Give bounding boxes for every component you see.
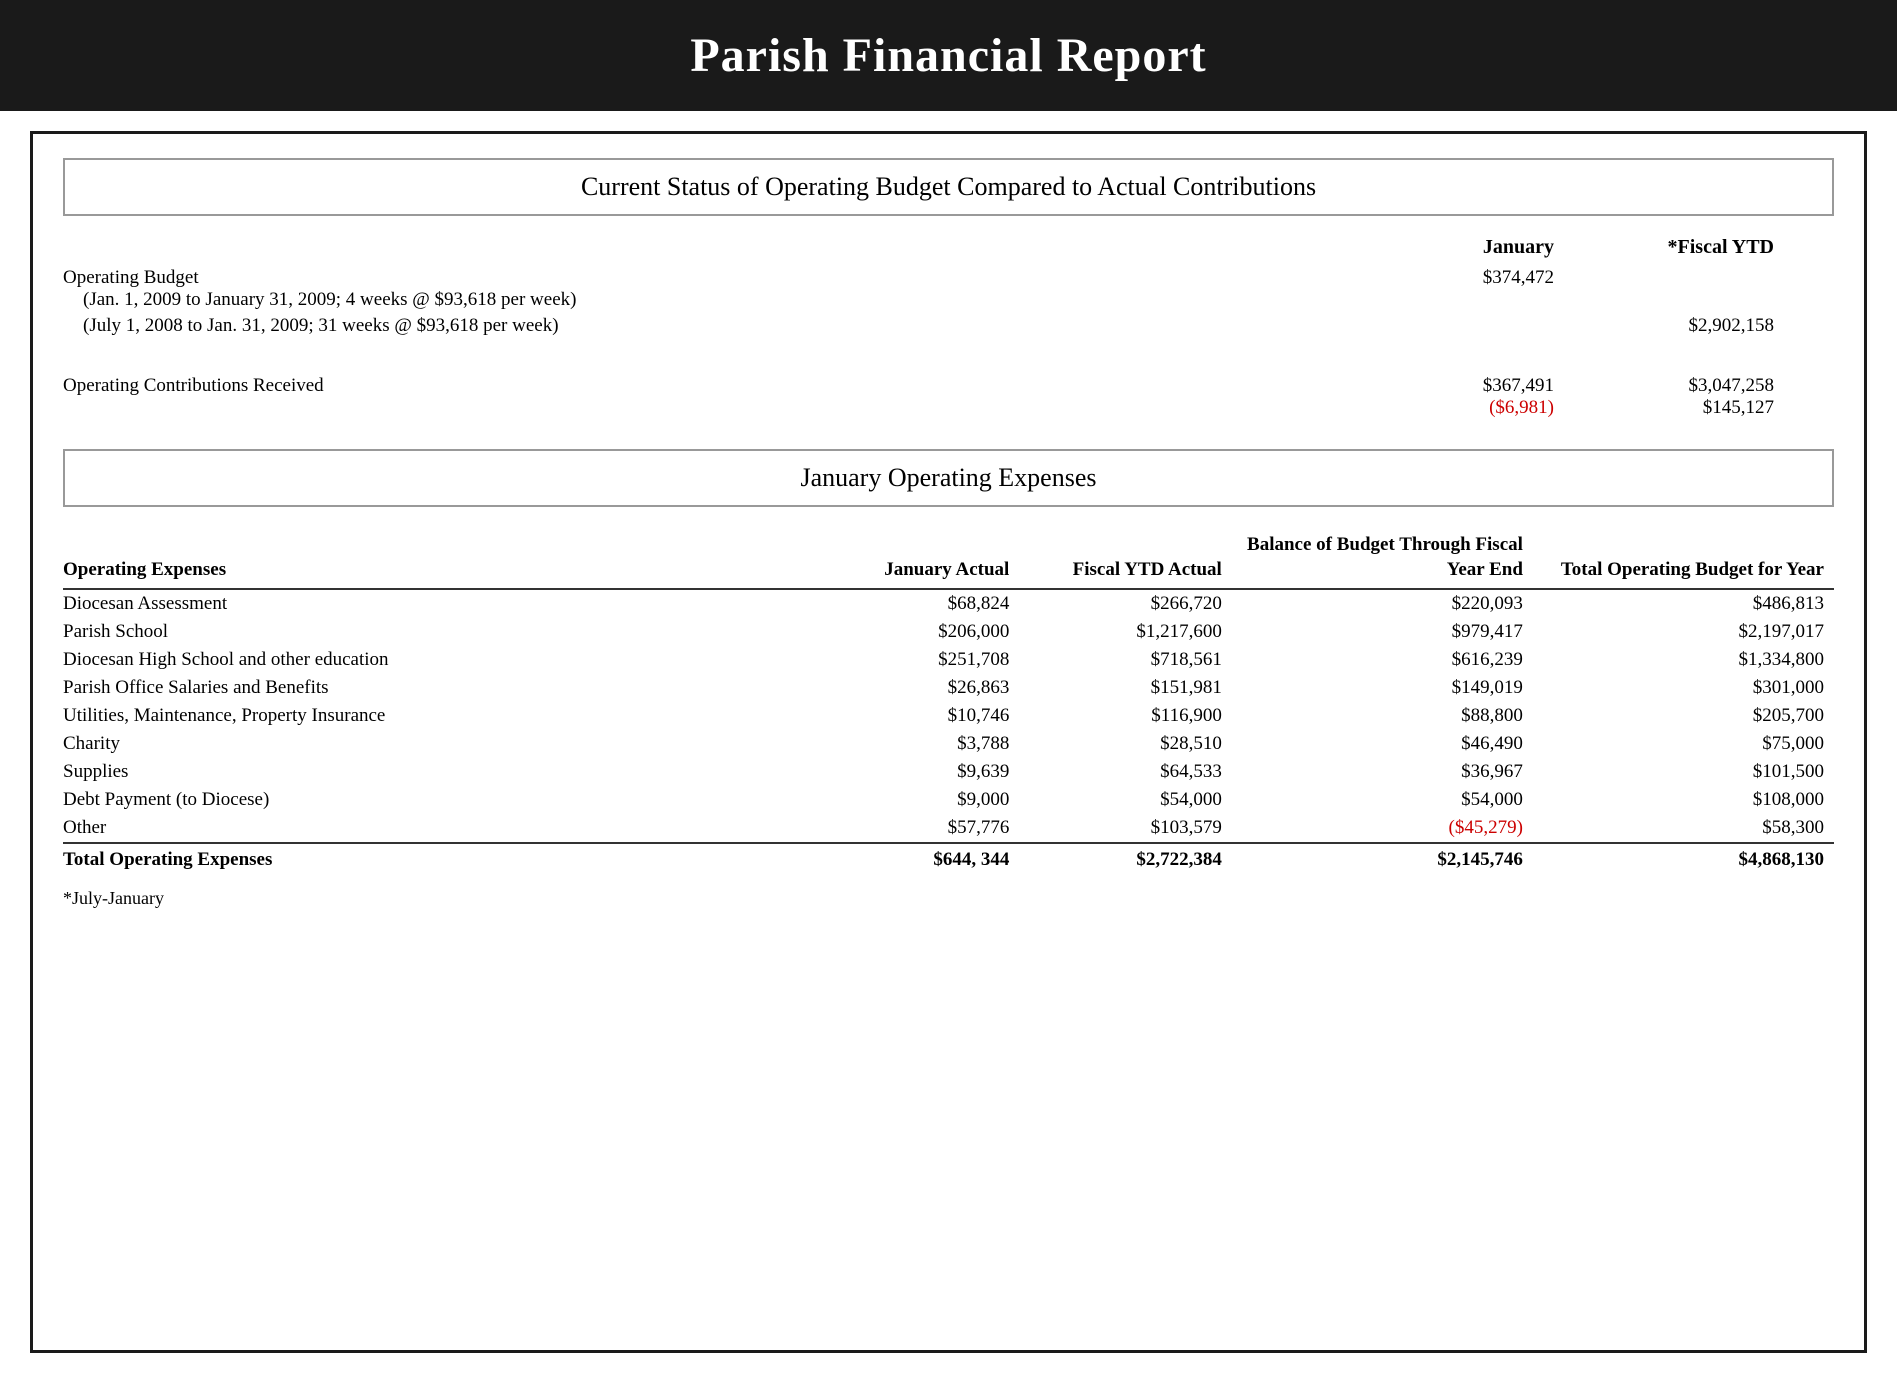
expense-jan-actual: $251,708 <box>807 646 1020 674</box>
table-row: Parish Office Salaries and Benefits$26,8… <box>63 674 1834 702</box>
expense-balance: $88,800 <box>1232 702 1533 730</box>
total-total: $4,868,130 <box>1533 843 1834 874</box>
expense-total: $58,300 <box>1533 814 1834 843</box>
expense-total: $1,334,800 <box>1533 646 1834 674</box>
top-section-title: Current Status of Operating Budget Compa… <box>85 172 1812 202</box>
total-label: Total Operating Expenses <box>63 843 807 874</box>
contributions-row: Operating Contributions Received $367,49… <box>63 375 1834 419</box>
col-header-balance: Balance of Budget Through Fiscal Year En… <box>1232 527 1533 589</box>
expense-balance: $46,490 <box>1232 730 1533 758</box>
expense-total: $75,000 <box>1533 730 1834 758</box>
expense-fiscal-ytd: $266,720 <box>1019 589 1232 618</box>
operating-budget-row: Operating Budget (Jan. 1, 2009 to Januar… <box>63 267 1834 311</box>
expense-fiscal-ytd: $151,981 <box>1019 674 1232 702</box>
expense-balance: $149,019 <box>1232 674 1533 702</box>
operating-budget-label: Operating Budget <box>63 267 199 288</box>
expense-fiscal-ytd: $718,561 <box>1019 646 1232 674</box>
expense-total: $205,700 <box>1533 702 1834 730</box>
total-janActual: $644, 344 <box>807 843 1020 874</box>
totals-row: Total Operating Expenses$644, 344$2,722,… <box>63 843 1834 874</box>
main-content: Current Status of Operating Budget Compa… <box>30 131 1867 1353</box>
operating-budget-section: January *Fiscal YTD Operating Budget (Ja… <box>63 236 1834 419</box>
expenses-table-header-row: Operating Expenses January Actual Fiscal… <box>63 527 1834 589</box>
column-headers: January *Fiscal YTD <box>63 236 1834 259</box>
expense-total: $2,197,017 <box>1533 618 1834 646</box>
expense-jan-actual: $57,776 <box>807 814 1020 843</box>
total-fiscalYTD: $2,722,384 <box>1019 843 1232 874</box>
table-row: Debt Payment (to Diocese)$9,000$54,000$5… <box>63 786 1834 814</box>
table-row: Diocesan Assessment$68,824$266,720$220,0… <box>63 589 1834 618</box>
expense-balance: $979,417 <box>1232 618 1533 646</box>
total-balance: $2,145,746 <box>1232 843 1533 874</box>
expense-label: Other <box>63 814 807 843</box>
expenses-section-box: January Operating Expenses <box>63 449 1834 507</box>
expense-jan-actual: $10,746 <box>807 702 1020 730</box>
contributions-jan: $367,491 <box>1374 375 1554 397</box>
budget-line1-jan: $374,472 <box>1374 267 1574 289</box>
expense-jan-actual: $26,863 <box>807 674 1020 702</box>
expenses-table: Operating Expenses January Actual Fiscal… <box>63 527 1834 874</box>
expense-fiscal-ytd: $103,579 <box>1019 814 1232 843</box>
expense-fiscal-ytd: $54,000 <box>1019 786 1232 814</box>
contributions-label: Operating Contributions Received <box>63 375 324 396</box>
table-row: Utilities, Maintenance, Property Insuran… <box>63 702 1834 730</box>
expense-total: $108,000 <box>1533 786 1834 814</box>
expense-jan-actual: $68,824 <box>807 589 1020 618</box>
contributions-ytd-diff: $145,127 <box>1574 397 1774 419</box>
fiscal-ytd-col-header: *Fiscal YTD <box>1574 236 1774 259</box>
contributions-jan-diff: ($6,981) <box>1374 397 1554 419</box>
expense-fiscal-ytd: $116,900 <box>1019 702 1232 730</box>
table-row: Charity$3,788$28,510$46,490$75,000 <box>63 730 1834 758</box>
col-header-total: Total Operating Budget for Year <box>1533 527 1834 589</box>
top-section-box: Current Status of Operating Budget Compa… <box>63 158 1834 216</box>
budget-line2-label: (July 1, 2008 to Jan. 31, 2009; 31 weeks… <box>63 315 1374 337</box>
col-header-label: Operating Expenses <box>63 527 807 589</box>
expense-jan-actual: $206,000 <box>807 618 1020 646</box>
expense-label: Debt Payment (to Diocese) <box>63 786 807 814</box>
page-title: Parish Financial Report <box>20 28 1877 83</box>
table-row: Diocesan High School and other education… <box>63 646 1834 674</box>
expense-label: Supplies <box>63 758 807 786</box>
table-row: Other$57,776$103,579($45,279)$58,300 <box>63 814 1834 843</box>
expense-fiscal-ytd: $64,533 <box>1019 758 1232 786</box>
page-header: Parish Financial Report <box>0 0 1897 111</box>
expense-fiscal-ytd: $28,510 <box>1019 730 1232 758</box>
footnote: *July-January <box>63 888 1834 909</box>
expense-label: Diocesan High School and other education <box>63 646 807 674</box>
expense-balance: $616,239 <box>1232 646 1533 674</box>
expense-jan-actual: $9,000 <box>807 786 1020 814</box>
expense-label: Charity <box>63 730 807 758</box>
expense-balance: ($45,279) <box>1232 814 1533 843</box>
expense-fiscal-ytd: $1,217,600 <box>1019 618 1232 646</box>
table-row: Parish School$206,000$1,217,600$979,417$… <box>63 618 1834 646</box>
expense-label: Parish Office Salaries and Benefits <box>63 674 807 702</box>
expense-total: $101,500 <box>1533 758 1834 786</box>
expense-jan-actual: $3,788 <box>807 730 1020 758</box>
budget-line2-row: (July 1, 2008 to Jan. 31, 2009; 31 weeks… <box>63 315 1834 337</box>
expense-label: Parish School <box>63 618 807 646</box>
contributions-ytd: $3,047,258 <box>1574 375 1774 397</box>
budget-line1-label: (Jan. 1, 2009 to January 31, 2009; 4 wee… <box>63 289 1374 311</box>
expense-total: $301,000 <box>1533 674 1834 702</box>
expense-total: $486,813 <box>1533 589 1834 618</box>
col-header-jan-actual: January Actual <box>807 527 1020 589</box>
expense-balance: $54,000 <box>1232 786 1533 814</box>
expense-label: Utilities, Maintenance, Property Insuran… <box>63 702 807 730</box>
budget-line2-ytd: $2,902,158 <box>1574 315 1774 337</box>
expenses-section: Operating Expenses January Actual Fiscal… <box>63 527 1834 909</box>
expense-balance: $36,967 <box>1232 758 1533 786</box>
expense-balance: $220,093 <box>1232 589 1533 618</box>
expenses-section-title: January Operating Expenses <box>85 463 1812 493</box>
table-row: Supplies$9,639$64,533$36,967$101,500 <box>63 758 1834 786</box>
expense-jan-actual: $9,639 <box>807 758 1020 786</box>
col-header-fiscal-ytd: Fiscal YTD Actual <box>1019 527 1232 589</box>
expense-label: Diocesan Assessment <box>63 589 807 618</box>
january-col-header: January <box>1374 236 1574 259</box>
